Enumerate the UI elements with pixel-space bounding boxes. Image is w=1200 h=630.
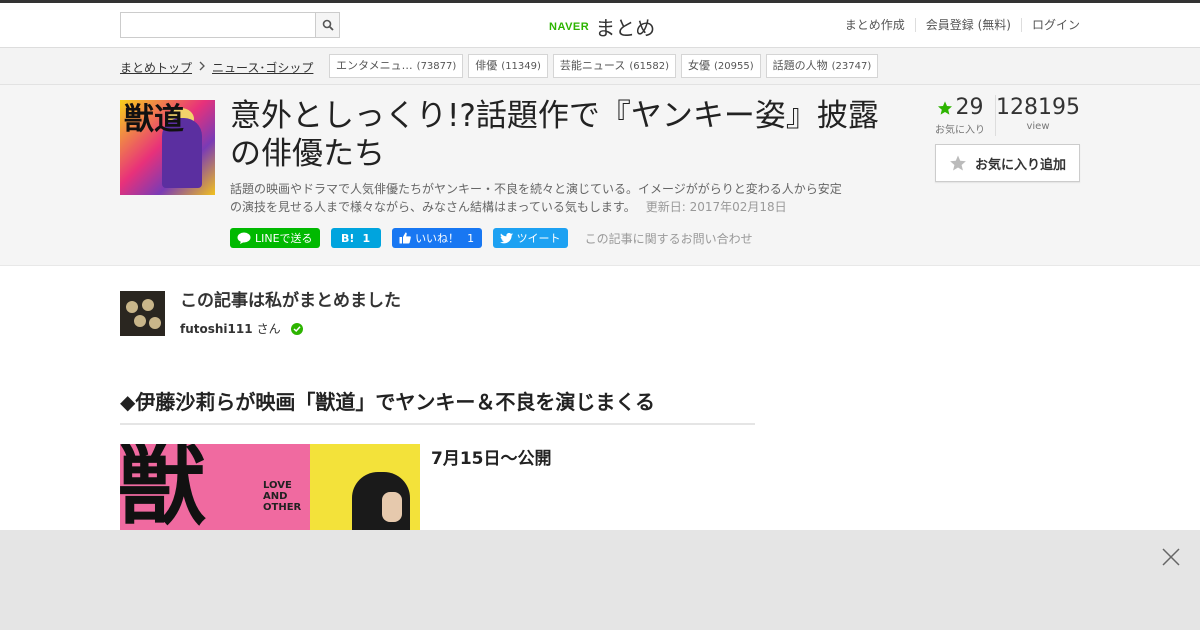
hatena-icon: B! <box>341 231 355 245</box>
tag-entertainment-news[interactable]: 芸能ニュース (61582) <box>552 54 676 78</box>
search-input[interactable] <box>120 12 315 38</box>
logo-matome: まとめ <box>595 16 656 40</box>
star-outline-icon <box>950 155 966 171</box>
thumbs-up-icon <box>399 232 411 244</box>
nav-create-matome[interactable]: まとめ作成 <box>835 18 915 32</box>
tag-trending-person[interactable]: 話題の人物 (23747) <box>765 54 879 78</box>
section-heading: ◆伊藤沙莉らが映画「獣道」でヤンキー＆不良を演じまくる <box>120 386 755 425</box>
star-icon <box>937 101 952 115</box>
view-count: 128195 <box>996 95 1080 120</box>
line-icon <box>237 232 251 244</box>
article-description: 話題の映画やドラマで人気俳優たちがヤンキー・不良を続々と演じている。イメージがが… <box>230 182 842 214</box>
article-thumbnail: 獣道 <box>120 100 215 195</box>
poster-title-char: 獣 <box>120 444 207 534</box>
nav-login[interactable]: ログイン <box>1020 18 1080 32</box>
nav-register[interactable]: 会員登録 (無料) <box>914 18 1021 32</box>
close-icon[interactable] <box>1162 548 1180 566</box>
tag-actor[interactable]: 俳優 (11349) <box>468 54 548 78</box>
add-favorite-button[interactable]: お気に入り追加 <box>935 144 1080 182</box>
poster-love-text: LOVE AND OTHER <box>263 480 302 513</box>
search-icon <box>322 19 334 31</box>
author-block: この記事は私がまとめました futoshi111 さん <box>120 291 401 337</box>
tweet-button[interactable]: ツイート <box>492 228 568 248</box>
article-contact-link[interactable]: この記事に関するお問い合わせ <box>585 230 753 247</box>
hatena-bookmark-button[interactable]: B! 1 <box>330 228 381 248</box>
breadcrumb-category[interactable]: ニュース･ゴシップ <box>212 59 313 76</box>
author-heading: この記事は私がまとめました <box>180 291 401 311</box>
twitter-bird-icon <box>499 232 513 243</box>
verified-check-icon <box>290 322 303 335</box>
top-nav: まとめ作成 会員登録 (無料) ログイン <box>835 18 1080 32</box>
favorite-count: 29 <box>955 95 984 120</box>
breadcrumb: まとめトップ ニュース･ゴシップ <box>120 59 313 76</box>
view-label: view <box>1026 121 1050 132</box>
view-stat: 128195 view <box>996 95 1080 136</box>
movie-poster-image[interactable]: 獣 LOVE AND OTHER <box>120 444 420 534</box>
article-title: 意外としっくり!?話題作で『ヤンキー姿』披露の俳優たち <box>230 98 879 172</box>
favorite-stat: 29 お気に入り <box>925 95 997 136</box>
tag-entertainment[interactable]: エンタメニュ… (73877) <box>329 54 464 78</box>
tag-list: エンタメニュ… (73877) 俳優 (11349) 芸能ニュース (61582) 女… <box>329 54 879 78</box>
logo-naver: NAVER <box>549 20 590 33</box>
author-name[interactable]: futoshi111 <box>180 322 253 336</box>
chevron-right-icon <box>199 61 205 74</box>
facebook-like-button[interactable]: いいね！ 1 <box>391 228 482 248</box>
release-date-text: 7月15日～公開 <box>431 449 552 469</box>
line-share-button[interactable]: LINEで送る <box>230 228 320 248</box>
site-header: NAVER まとめ まとめ作成 会員登録 (無料) ログイン <box>0 3 1200 48</box>
share-buttons: LINEで送る B! 1 いいね！ 1 ツイート この記事に関するお問い合わせ <box>230 228 753 248</box>
tag-actress[interactable]: 女優 (20955) <box>681 54 761 78</box>
author-suffix: さん <box>256 322 281 336</box>
article-stats: 29 お気に入り 128195 view <box>925 95 1080 136</box>
avatar[interactable] <box>120 291 165 336</box>
updated-date: 更新日: 2017年02月18日 <box>645 200 787 214</box>
search-button[interactable] <box>315 12 340 38</box>
thumbnail-text: 獣道 <box>124 102 184 137</box>
author-name-row: futoshi111 さん <box>180 320 401 337</box>
search-box <box>120 12 340 38</box>
author-info: この記事は私がまとめました futoshi111 さん <box>180 291 401 337</box>
site-logo[interactable]: NAVER まとめ <box>549 12 655 41</box>
article-header: 獣道 意外としっくり!?話題作で『ヤンキー姿』披露の俳優たち 話題の映画やドラマ… <box>0 85 1200 266</box>
ad-banner <box>0 530 1200 630</box>
breadcrumb-home[interactable]: まとめトップ <box>120 59 192 76</box>
breadcrumb-bar: まとめトップ ニュース･ゴシップ エンタメニュ… (73877) 俳優 (11349… <box>0 48 1200 85</box>
favorite-label: お気に入り <box>935 125 985 136</box>
